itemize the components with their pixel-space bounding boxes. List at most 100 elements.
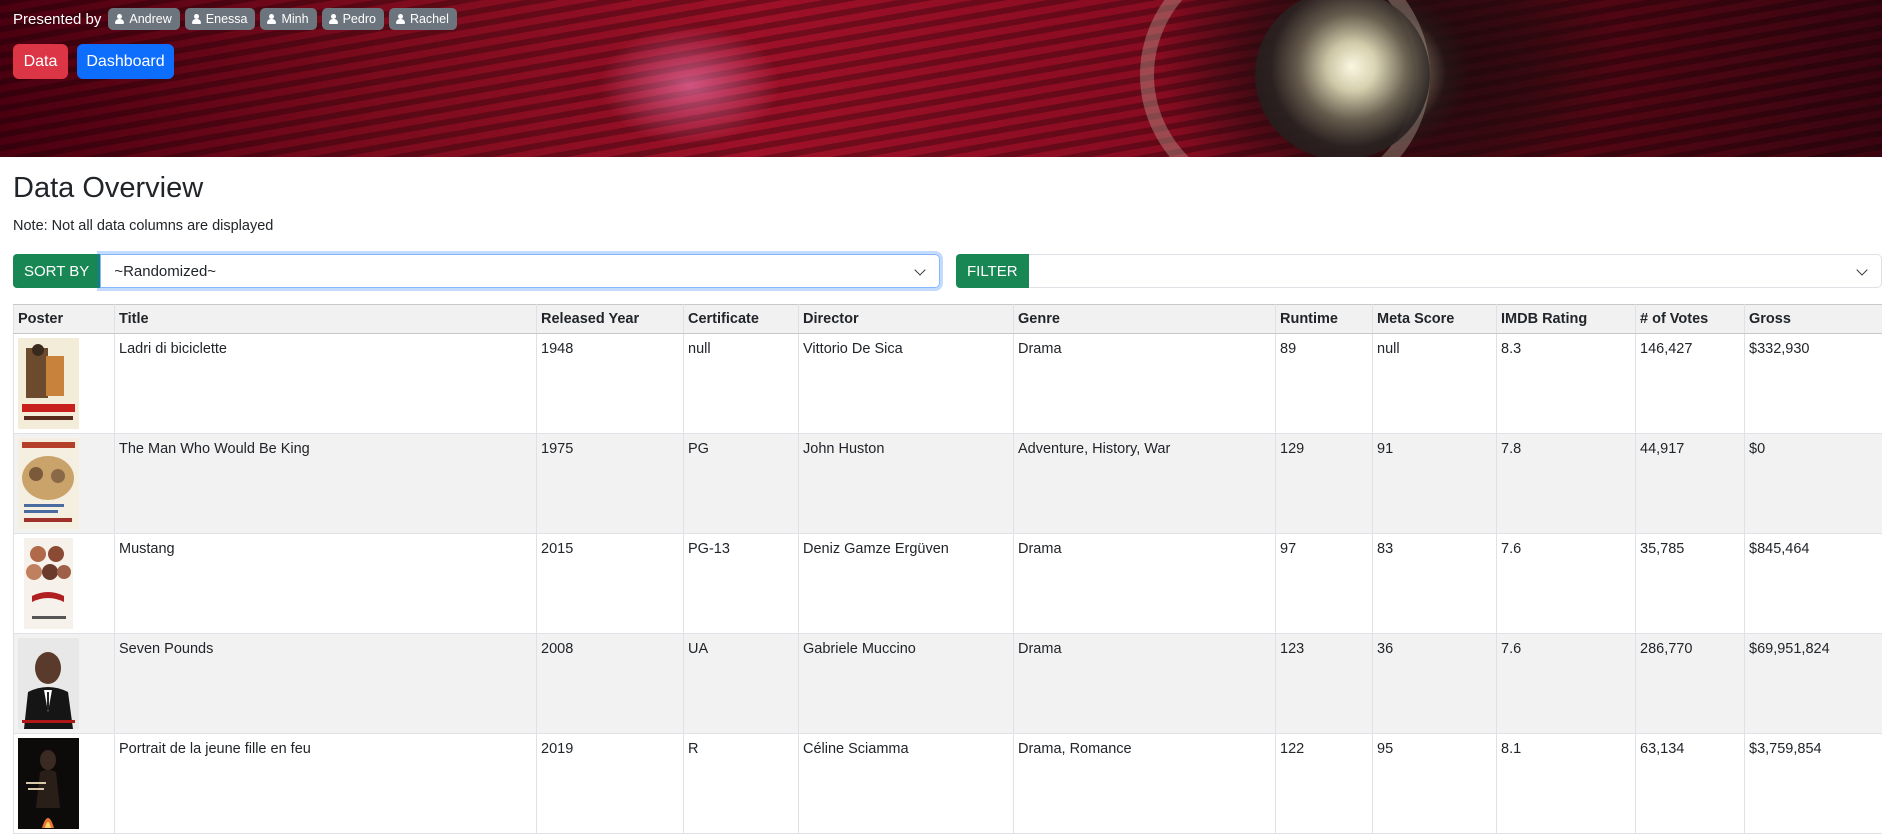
poster-cell	[13, 433, 115, 534]
runtime-cell: 122	[1275, 733, 1373, 834]
director-cell: Deniz Gamze Ergüven	[798, 533, 1014, 634]
data-button[interactable]: Data	[13, 44, 68, 79]
nav-buttons: Data Dashboard	[13, 44, 174, 79]
genre-cell: Drama, Romance	[1013, 733, 1276, 834]
meta-score-cell: 36	[1372, 633, 1497, 734]
gross-cell: $0	[1744, 433, 1882, 534]
votes-cell: 63,134	[1635, 733, 1745, 834]
presenter-badge-enessa: Enessa	[184, 8, 256, 30]
genre-cell: Drama	[1013, 633, 1276, 734]
table-row: Ladri di biciclette 1948 null Vittorio D…	[13, 333, 1882, 434]
title-cell: Ladri di biciclette	[114, 333, 537, 434]
gross-cell: $69,951,824	[1744, 633, 1882, 734]
meta-score-cell: 91	[1372, 433, 1497, 534]
gross-cell: $845,464	[1744, 533, 1882, 634]
meta-score-cell: 95	[1372, 733, 1497, 834]
title-cell: Portrait de la jeune fille en feu	[114, 733, 537, 834]
imdb-rating-cell: 8.3	[1496, 333, 1636, 434]
poster-image[interactable]	[18, 438, 79, 529]
column-header-genre[interactable]: Genre	[1013, 304, 1276, 334]
column-header-gross[interactable]: Gross	[1744, 304, 1882, 334]
certificate-cell: UA	[683, 633, 799, 734]
gross-cell: $3,759,854	[1744, 733, 1882, 834]
table-row: Seven Pounds 2008 UA Gabriele Muccino Dr…	[13, 633, 1882, 734]
column-header-votes[interactable]: # of Votes	[1635, 304, 1745, 334]
imdb-rating-cell: 8.1	[1496, 733, 1636, 834]
director-cell: Gabriele Muccino	[798, 633, 1014, 734]
person-icon	[395, 13, 405, 25]
title-cell: The Man Who Would Be King	[114, 433, 537, 534]
chevron-down-icon	[1856, 264, 1868, 276]
column-header-poster[interactable]: Poster	[13, 304, 115, 334]
header-banner: Presented by Andrew Enessa Minh Pedro Ra…	[0, 0, 1882, 157]
genre-cell: Adventure, History, War	[1013, 433, 1276, 534]
table-header-row: Poster Title Released Year Certificate D…	[13, 304, 1882, 334]
column-header-certificate[interactable]: Certificate	[683, 304, 799, 334]
filter-select[interactable]	[1028, 254, 1882, 288]
column-header-imdb-rating[interactable]: IMDB Rating	[1496, 304, 1636, 334]
year-cell: 2019	[536, 733, 684, 834]
year-cell: 2015	[536, 533, 684, 634]
table-row: Portrait de la jeune fille en feu 2019 R…	[13, 733, 1882, 834]
column-header-released-year[interactable]: Released Year	[536, 304, 684, 334]
page-title: Data Overview	[13, 172, 204, 204]
votes-cell: 44,917	[1635, 433, 1745, 534]
presenter-badge-pedro: Pedro	[321, 8, 384, 30]
person-icon	[191, 13, 201, 25]
filter-control: FILTER	[956, 254, 1882, 288]
dashboard-button[interactable]: Dashboard	[77, 44, 174, 79]
year-cell: 1975	[536, 433, 684, 534]
sort-selected-value: ~Randomized~	[114, 262, 217, 280]
table-row: The Man Who Would Be King 1975 PG John H…	[13, 433, 1882, 534]
poster-image[interactable]	[18, 638, 79, 729]
columns-note: Note: Not all data columns are displayed	[13, 218, 274, 234]
director-cell: Céline Sciamma	[798, 733, 1014, 834]
imdb-rating-cell: 7.6	[1496, 633, 1636, 734]
person-icon	[328, 13, 338, 25]
certificate-cell: PG	[683, 433, 799, 534]
meta-score-cell: null	[1372, 333, 1497, 434]
title-cell: Seven Pounds	[114, 633, 537, 734]
runtime-cell: 123	[1275, 633, 1373, 734]
imdb-rating-cell: 7.6	[1496, 533, 1636, 634]
certificate-cell: PG-13	[683, 533, 799, 634]
certificate-cell: R	[683, 733, 799, 834]
runtime-cell: 89	[1275, 333, 1373, 434]
poster-cell	[13, 533, 115, 634]
votes-cell: 146,427	[1635, 333, 1745, 434]
director-cell: Vittorio De Sica	[798, 333, 1014, 434]
projector-lens	[1255, 0, 1430, 157]
chevron-down-icon	[914, 264, 926, 276]
votes-cell: 35,785	[1635, 533, 1745, 634]
sort-control: SORT BY ~Randomized~	[13, 254, 940, 288]
director-cell: John Huston	[798, 433, 1014, 534]
runtime-cell: 97	[1275, 533, 1373, 634]
year-cell: 2008	[536, 633, 684, 734]
imdb-rating-cell: 7.8	[1496, 433, 1636, 534]
table-row: Mustang 2015 PG-13 Deniz Gamze Ergüven D…	[13, 533, 1882, 634]
poster-image[interactable]	[18, 738, 79, 829]
votes-cell: 286,770	[1635, 633, 1745, 734]
certificate-cell: null	[683, 333, 799, 434]
column-header-director[interactable]: Director	[798, 304, 1014, 334]
presented-by: Presented by Andrew Enessa Minh Pedro Ra…	[13, 8, 457, 30]
poster-image[interactable]	[18, 538, 79, 629]
presenter-badge-rachel: Rachel	[388, 8, 457, 30]
sort-select[interactable]: ~Randomized~	[100, 254, 940, 288]
sort-by-label: SORT BY	[13, 254, 101, 288]
genre-cell: Drama	[1013, 333, 1276, 434]
column-header-title[interactable]: Title	[114, 304, 537, 334]
person-icon	[115, 13, 125, 25]
poster-image[interactable]	[18, 338, 79, 429]
poster-cell	[13, 633, 115, 734]
title-cell: Mustang	[114, 533, 537, 634]
poster-cell	[13, 733, 115, 834]
gross-cell: $332,930	[1744, 333, 1882, 434]
column-header-runtime[interactable]: Runtime	[1275, 304, 1373, 334]
presented-by-label: Presented by	[13, 10, 102, 28]
year-cell: 1948	[536, 333, 684, 434]
runtime-cell: 129	[1275, 433, 1373, 534]
filter-label: FILTER	[956, 254, 1029, 288]
presenter-badge-andrew: Andrew	[108, 8, 180, 30]
column-header-meta-score[interactable]: Meta Score	[1372, 304, 1497, 334]
